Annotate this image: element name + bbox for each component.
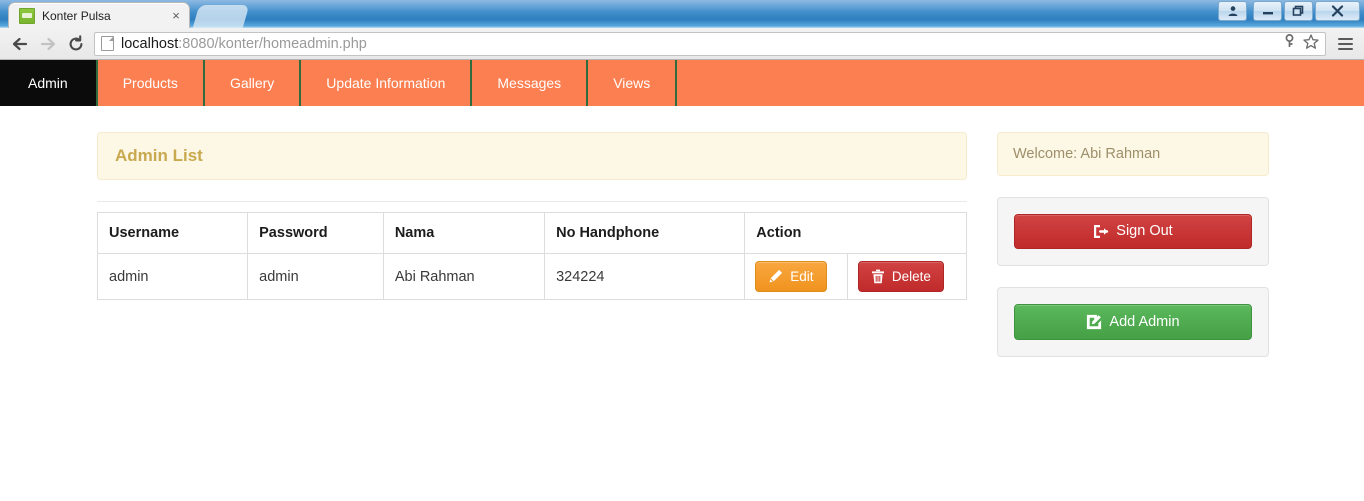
page-content: Admin List Username Password Nama No Han… bbox=[0, 106, 1364, 357]
cell-no-handphone: 324224 bbox=[544, 253, 746, 300]
cell-password: admin bbox=[247, 253, 384, 300]
cell-delete-action: Delete bbox=[846, 253, 968, 300]
url-host: localhost bbox=[121, 35, 179, 52]
main-column: Admin List Username Password Nama No Han… bbox=[96, 132, 968, 357]
edit-button-label: Edit bbox=[790, 268, 814, 284]
browser-tab[interactable]: Konter Pulsa × bbox=[8, 2, 190, 28]
table-body: admin admin Abi Rahman 324224 Edit Delet… bbox=[96, 253, 968, 300]
sign-out-icon bbox=[1093, 224, 1109, 239]
cell-edit-action: Edit bbox=[744, 253, 848, 300]
delete-button-label: Delete bbox=[891, 268, 931, 284]
nav-item-admin[interactable]: Admin bbox=[0, 60, 98, 106]
sign-out-panel: Sign Out bbox=[997, 197, 1269, 266]
trash-icon bbox=[871, 269, 885, 284]
nav-item-views[interactable]: Views bbox=[588, 60, 678, 106]
user-account-icon[interactable] bbox=[1218, 1, 1247, 21]
nav-label: Views bbox=[613, 75, 651, 91]
nav-item-gallery[interactable]: Gallery bbox=[205, 60, 302, 106]
admin-list-table: Username Password Nama No Handphone Acti… bbox=[96, 212, 968, 300]
url-path: :8080/konter/homeadmin.php bbox=[178, 35, 367, 52]
close-icon[interactable] bbox=[1315, 1, 1360, 21]
minimize-icon[interactable] bbox=[1253, 1, 1282, 21]
table-header: Username Password Nama No Handphone Acti… bbox=[96, 212, 967, 254]
table-header-row: Username Password Nama No Handphone Acti… bbox=[96, 212, 967, 254]
nav-item-products[interactable]: Products bbox=[98, 60, 205, 106]
cell-nama: Abi Rahman bbox=[382, 253, 546, 300]
delete-button[interactable]: Delete bbox=[857, 261, 944, 292]
browser-tab-title: Konter Pulsa bbox=[42, 8, 111, 23]
nav-item-update-information[interactable]: Update Information bbox=[301, 60, 473, 106]
nav-item-messages[interactable]: Messages bbox=[472, 60, 589, 106]
close-tab-icon[interactable]: × bbox=[169, 9, 183, 23]
restore-icon[interactable] bbox=[1284, 1, 1313, 21]
nav-label: Admin bbox=[28, 75, 68, 91]
column-header-password: Password bbox=[247, 212, 384, 254]
cell-username: admin bbox=[96, 253, 249, 300]
pencil-square-icon bbox=[1086, 314, 1102, 330]
table-row: admin admin Abi Rahman 324224 Edit Delet… bbox=[96, 253, 968, 300]
column-header-action: Action bbox=[744, 212, 967, 254]
browser-title-bar: Konter Pulsa × bbox=[0, 0, 1364, 28]
nav-label: Update Information bbox=[326, 75, 446, 91]
welcome-message: Welcome: Abi Rahman bbox=[997, 132, 1269, 176]
nav-label: Messages bbox=[497, 75, 562, 91]
address-bar-url: localhost:8080/konter/homeadmin.php bbox=[121, 36, 367, 52]
reload-icon[interactable] bbox=[62, 30, 90, 58]
pencil-icon bbox=[768, 269, 783, 284]
site-favicon-icon bbox=[19, 7, 35, 24]
sign-out-button[interactable]: Sign Out bbox=[1014, 214, 1252, 249]
sidebar-column: Welcome: Abi Rahman Sign Out Add Admin bbox=[997, 132, 1269, 357]
page-document-icon bbox=[101, 36, 114, 51]
nav-label: Gallery bbox=[229, 75, 275, 91]
site-navigation: Admin Products Gallery Update Informatio… bbox=[0, 60, 1364, 106]
add-admin-panel: Add Admin bbox=[997, 287, 1269, 357]
nav-label: Products bbox=[122, 75, 178, 91]
forward-arrow-icon[interactable] bbox=[34, 30, 62, 58]
horizontal-divider bbox=[97, 201, 967, 202]
add-admin-button-label: Add Admin bbox=[1109, 313, 1180, 330]
page-viewport: Admin Products Gallery Update Informatio… bbox=[0, 60, 1364, 501]
browser-toolbar: localhost:8080/konter/homeadmin.php bbox=[0, 28, 1364, 60]
column-header-no-handphone: No Handphone bbox=[544, 212, 746, 254]
omnibox-icons bbox=[1283, 33, 1319, 54]
address-bar[interactable]: localhost:8080/konter/homeadmin.php bbox=[94, 31, 1326, 56]
add-admin-button[interactable]: Add Admin bbox=[1014, 304, 1252, 340]
browser-window: Konter Pulsa × localhost:8080/konter/hom… bbox=[0, 0, 1364, 501]
key-icon[interactable] bbox=[1283, 34, 1296, 53]
column-header-nama: Nama bbox=[382, 212, 546, 254]
back-arrow-icon[interactable] bbox=[6, 30, 34, 58]
new-tab-button[interactable] bbox=[192, 5, 250, 28]
sign-out-button-label: Sign Out bbox=[1116, 223, 1173, 240]
hamburger-menu-icon[interactable] bbox=[1332, 30, 1358, 58]
edit-button[interactable]: Edit bbox=[755, 261, 827, 292]
window-controls bbox=[1218, 1, 1360, 21]
page-title: Admin List bbox=[97, 132, 967, 180]
column-header-username: Username bbox=[96, 212, 249, 254]
bookmark-star-icon[interactable] bbox=[1303, 33, 1319, 54]
